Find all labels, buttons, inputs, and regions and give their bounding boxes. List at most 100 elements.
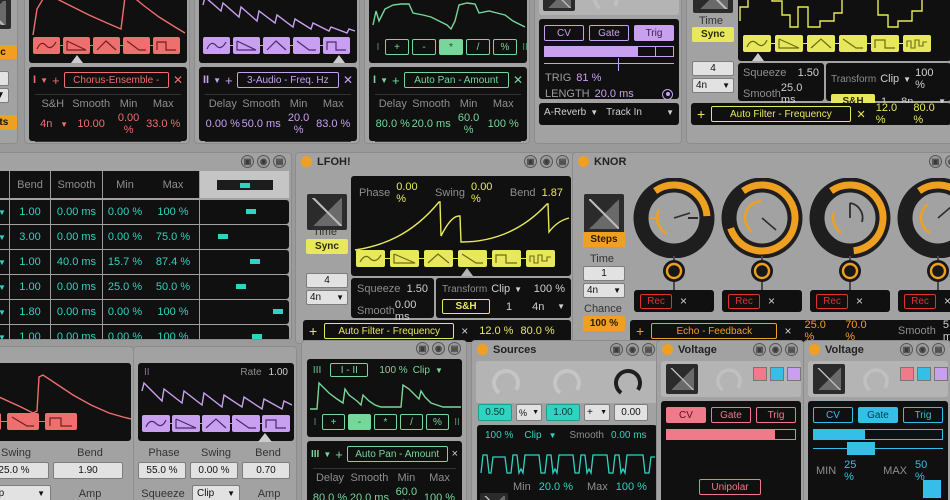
param-value-field[interactable]: 55.0 % [138,462,186,479]
cell-bend[interactable]: 1.00 [10,256,50,268]
sync-button[interactable]: Sync [692,27,734,42]
voltage-knob[interactable] [591,0,621,13]
division-select[interactable]: ▼ [0,88,9,103]
division-select[interactable]: 4n ▼ [583,283,625,298]
lfo-one-target-name[interactable]: Chorus-Ensemble - [63,72,169,88]
chevron-down-icon[interactable]: ▼ [600,409,607,416]
shape-square[interactable] [323,37,350,54]
range-min[interactable]: 12.0 % [876,102,908,126]
voltage-mode-row[interactable]: CV Gate Trig [539,19,679,41]
shape-ramp[interactable] [293,37,320,54]
param-value[interactable]: 50.0 ms [241,118,282,130]
cell-max[interactable]: 100 % [147,206,199,218]
cell-min[interactable]: 0.00 % [103,231,147,243]
chevron-down-icon[interactable]: ▼ [0,258,9,267]
knor-knob-group-3[interactable]: Rec × [806,178,894,312]
voltage-pink-titlebar[interactable]: Voltage ▣ ◉ ▤ [657,341,803,358]
device-select[interactable]: A-Reverb [544,107,586,118]
cell-max[interactable]: 50.0 % [147,281,199,293]
lfo-one-param-values[interactable]: 4n ▼ 10.00 0.00 % 33.0 % [29,110,187,136]
slider-handle[interactable] [846,442,875,455]
mode-value[interactable]: Clip [524,430,541,441]
op-plus[interactable]: + [385,39,409,55]
table-body[interactable]: % Clip ▼ 1.00 0.00 ms 0.00 % 100 % % Cli… [0,200,289,339]
lfo-three-target-box[interactable]: I ▼ + Auto Pan - Amount ✕ Delay Smooth M… [369,67,527,142]
op-multiply[interactable]: * [374,414,397,430]
voltage-pink-body[interactable]: CV Gate Trig Unipolar [661,401,801,500]
shape-sine[interactable] [203,37,230,54]
trig-value[interactable]: 81 % [576,72,601,84]
field-3[interactable]: 0.00 [614,404,648,421]
sources-knob-2[interactable] [549,365,585,399]
mode-gate[interactable]: Gate [589,25,629,41]
chevron-down-icon[interactable]: ▼ [613,286,621,295]
knob-1[interactable] [630,178,718,258]
knor-titlebar[interactable]: KNOR ▣ ◉ [573,153,950,170]
lfo-green-target-box[interactable]: III ▼ + Auto Pan - Amount × Delay Smooth… [307,441,462,500]
shape-saw-down[interactable] [172,415,200,432]
mode-value[interactable]: Clip [413,365,430,376]
chevron-down-icon[interactable]: ▼ [380,76,388,85]
swatch-blue[interactable] [917,367,931,381]
sources-knob-3[interactable] [610,365,646,399]
combine-button[interactable]: I - II [330,363,369,377]
knor-target-bar[interactable]: + Echo - Feedback × 25.0 % 70.0 % Smooth… [630,319,950,343]
chevron-down-icon[interactable]: ▼ [903,75,911,84]
rate-value[interactable]: 1.00 [269,367,288,378]
param-value[interactable]: 83.0 % [315,118,351,130]
shape-ramp[interactable] [232,415,260,432]
param-value-field[interactable]: 0.00 % [190,462,238,479]
map-icon[interactable]: ◉ [769,343,782,356]
knob-2[interactable] [718,178,806,258]
row2-select[interactable]: Clip ▼ [0,485,51,500]
cell-bend[interactable]: 1.00 [10,331,50,339]
device-power-icon[interactable] [301,156,312,167]
device-lfo-yellow[interactable]: Time Sync 4 4n ▼ Squeeze 1.50 Smooth 25.0 m… [686,0,950,144]
lfo-red-values[interactable]: % 25.0 % 1.90 [0,462,131,479]
voltage-trig-body[interactable]: CV Gate Trig TRIG 81 % LENGTH 20.0 ms [539,19,679,100]
shape-saw-down[interactable] [233,37,260,54]
disk-icon[interactable]: ▤ [785,343,798,356]
length-value[interactable]: 20.0 ms [595,88,634,100]
close-icon[interactable]: × [452,448,458,460]
map-icon[interactable]: ◉ [257,155,270,168]
param-value[interactable]: 60.0 % [452,112,486,136]
param-value[interactable]: 100 % [422,492,457,500]
close-icon[interactable]: × [784,324,791,338]
lfo-red-params[interactable]: e Swing Bend % 25.0 % 1.90 ze Clip▼ Amp [0,447,131,500]
shape-saw-down[interactable] [775,35,803,52]
lfo-three-display[interactable]: I + - * / % II [369,0,528,63]
lfo-yellow-display[interactable] [738,0,950,61]
smooth-value[interactable]: 0.00 ms [611,430,647,441]
chevron-down-icon[interactable]: ▼ [557,302,565,311]
param-value[interactable]: 0.00 % [205,118,241,130]
op-modulo[interactable]: % [426,414,449,430]
lfoh-target-name[interactable]: Auto Filter - Frequency [324,323,455,339]
shape-sine[interactable] [356,250,385,267]
cell-smooth[interactable]: 0.00 ms [51,206,102,218]
close-icon[interactable]: × [856,294,863,308]
cell-min[interactable]: 15.7 % [103,256,147,268]
table-row[interactable]: % Clip ▼ 1.00 40.0 ms 15.7 % 87.4 % [0,250,289,274]
voltage-pink-mode-row[interactable]: CV Gate Trig [661,401,801,423]
amount-value[interactable]: 100 % [379,365,407,376]
param-value[interactable]: 0.00 % [112,112,146,136]
device-power-icon[interactable] [578,156,589,167]
shape-sine[interactable] [743,35,771,52]
cell-bend[interactable]: 1.00 [10,206,50,218]
lfo-three-target-name[interactable]: Auto Pan - Amount [403,72,509,88]
lfo-purple-params[interactable]: Phase Swing Bend 55.0 % 0.00 % 0.70 Sque… [138,447,294,500]
shape-square[interactable] [871,35,899,52]
voltage-blue-swatches[interactable] [900,367,948,381]
lfoh-transform-box[interactable]: Transform Clip ▼ 100 % S&H 1 4n ▼ [436,278,571,318]
param-value[interactable]: 20.0 ms [348,492,391,500]
transform-mode[interactable]: Clip [880,73,899,85]
voltage-trig-bar[interactable] [544,46,674,57]
save-preset-icon[interactable]: ▣ [929,155,942,168]
device-lfo-one[interactable]: I ▼ + Chorus-Ensemble - ✕ S&H Smooth Min… [24,0,190,144]
device-lfoh[interactable]: LFOH! ▣ ◉ ▤ Time Sync 4 4n ▼ Phase 0.00 %… [295,152,575,344]
add-target-button[interactable]: + [309,323,317,339]
op-minus[interactable]: - [348,414,371,430]
swatch-pink[interactable] [900,367,914,381]
range-max[interactable]: 80.0 % [520,325,554,337]
